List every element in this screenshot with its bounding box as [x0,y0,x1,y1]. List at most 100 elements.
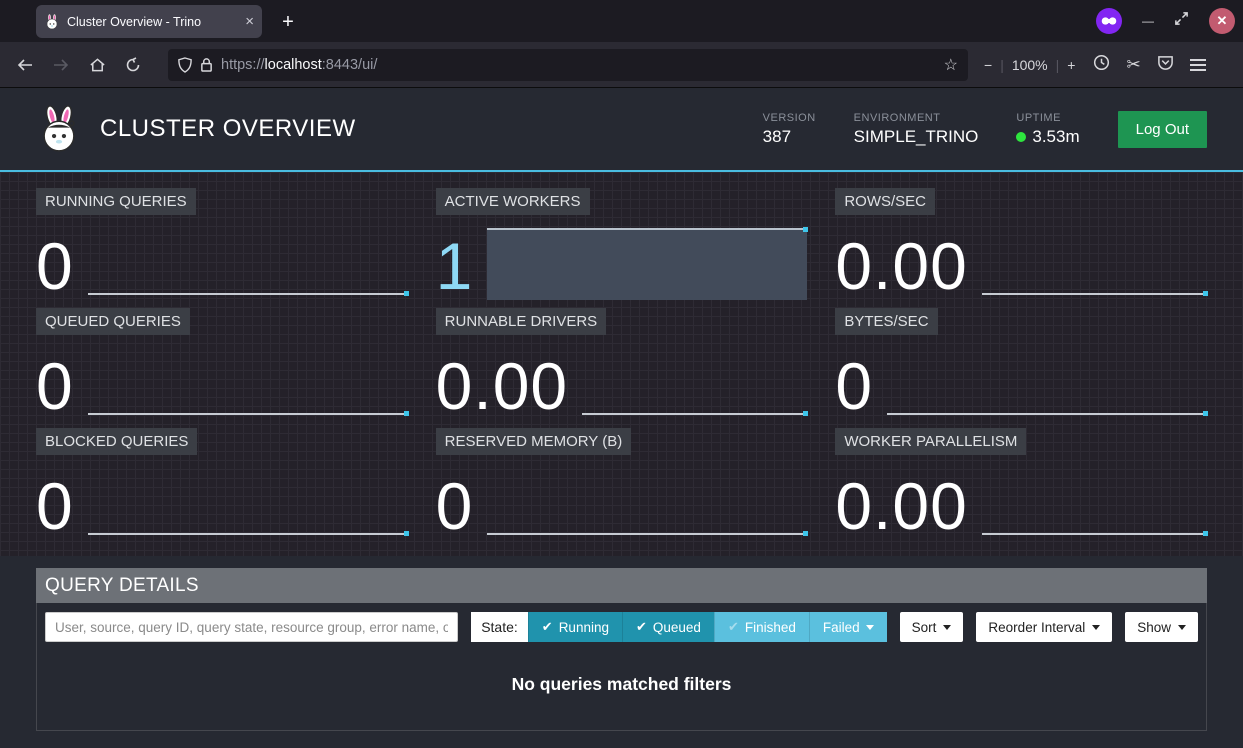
window-minimize-button[interactable]: — [1142,14,1154,28]
tab-close-icon[interactable]: × [245,14,254,29]
stat-label: QUEUED QUERIES [36,308,190,335]
state-button-running[interactable]: ✔ Running [528,612,622,642]
sparkline-chart [88,219,408,297]
state-button-failed-dropdown[interactable]: Failed [809,612,887,642]
stat-tile-running-queries: RUNNING QUERIES 0 [36,188,408,299]
environment-meta: ENVIRONMENT SIMPLE_TRINO [854,112,979,147]
stat-tile-rows-per-sec: ROWS/SEC 0.00 [835,188,1207,299]
stat-value: 0.00 [835,236,967,297]
state-button-queued[interactable]: ✔ Queued [622,612,714,642]
sparkline-dot [1203,291,1208,296]
separator: | [1056,57,1060,73]
url-bar[interactable]: https://localhost:8443/ui/ ☆ [168,49,968,81]
sparkline-chart [88,339,408,417]
window-restore-button[interactable] [1174,11,1189,31]
new-tab-button[interactable]: + [274,8,302,36]
sparkline-dot [803,531,808,536]
chevron-down-icon [1178,625,1186,630]
reorder-interval-dropdown-button[interactable]: Reorder Interval [976,612,1112,642]
stat-tile-active-workers: ACTIVE WORKERS 1 [436,188,808,299]
stat-label: RUNNING QUERIES [36,188,196,215]
window-close-button[interactable]: ✕ [1209,8,1235,34]
uptime-label: UPTIME [1016,112,1079,124]
screenshot-scissors-icon[interactable]: ✂ [1126,55,1140,75]
zoom-level[interactable]: 100% [1012,57,1048,73]
history-clock-icon[interactable] [1093,54,1110,76]
stat-label: RUNNABLE DRIVERS [436,308,607,335]
chevron-down-icon [943,625,951,630]
browser-tab[interactable]: Cluster Overview - Trino × [36,5,262,38]
check-icon: ✔ [542,619,553,635]
sort-dropdown-button[interactable]: Sort [900,612,964,642]
stat-value: 0.00 [835,476,967,537]
back-button[interactable] [10,50,40,80]
trino-cluster-overview-page: CLUSTER OVERVIEW VERSION 387 ENVIRONMENT… [0,88,1243,748]
version-meta: VERSION 387 [763,112,816,147]
sparkline-dot [1203,531,1208,536]
logout-button[interactable]: Log Out [1118,111,1207,148]
stat-value: 0 [436,476,474,537]
stat-value: 0 [835,356,873,417]
stat-value: 0 [36,476,74,537]
page-header: CLUSTER OVERVIEW VERSION 387 ENVIRONMENT… [0,88,1243,172]
query-details-panel: State: ✔ Running ✔ Queued ✔ Finished Fai… [36,603,1207,731]
browser-titlebar: Cluster Overview - Trino × + — ✕ [0,0,1243,42]
uptime-meta: UPTIME 3.53m [1016,112,1079,147]
sparkline-area-chart [487,219,807,297]
private-browsing-mask-icon [1096,8,1122,34]
sparkline-chart [582,339,807,417]
trino-favicon-bunny-icon [44,14,60,30]
bookmark-star-icon[interactable]: ☆ [944,55,958,75]
sparkline-dot [404,291,409,296]
trino-bunny-logo [36,105,82,153]
pocket-icon[interactable] [1157,54,1174,76]
check-icon: ✔ [728,619,739,635]
sparkline-chart [88,459,408,537]
chevron-down-icon [866,625,874,630]
tracking-shield-icon [178,57,192,73]
stat-label: BYTES/SEC [835,308,937,335]
sparkline-dot [1203,411,1208,416]
stat-value: 0 [36,236,74,297]
stat-label: ROWS/SEC [835,188,935,215]
sparkline-chart [982,219,1207,297]
state-button-finished[interactable]: ✔ Finished [714,612,809,642]
uptime-status-dot [1016,132,1026,142]
sparkline-dot [803,227,808,232]
stat-label: ACTIVE WORKERS [436,188,590,215]
show-dropdown-button[interactable]: Show [1125,612,1198,642]
stat-tile-worker-parallelism: WORKER PARALLELISM 0.00 [835,428,1207,539]
page-title: CLUSTER OVERVIEW [100,115,356,143]
environment-value: SIMPLE_TRINO [854,127,979,147]
stat-value: 0.00 [436,356,568,417]
stat-label: BLOCKED QUERIES [36,428,197,455]
chevron-down-icon [1092,625,1100,630]
stat-tile-bytes-per-sec: BYTES/SEC 0 [835,308,1207,419]
stat-value: 0 [36,356,74,417]
connection-lock-icon [200,57,213,72]
stat-label: RESERVED MEMORY (B) [436,428,632,455]
menu-hamburger-icon[interactable] [1190,59,1206,71]
sparkline-dot [404,411,409,416]
version-value: 387 [763,127,816,147]
uptime-value: 3.53m [1032,127,1079,147]
zoom-out-button[interactable]: − [984,57,992,73]
tab-title: Cluster Overview - Trino [67,15,238,29]
home-button[interactable] [82,50,112,80]
browser-toolbar: https://localhost:8443/ui/ ☆ − | 100% | … [0,42,1243,88]
stat-tile-reserved-memory: RESERVED MEMORY (B) 0 [436,428,808,539]
sparkline-dot [404,531,409,536]
query-details-header: QUERY DETAILS [36,568,1207,603]
cluster-stats-grid: RUNNING QUERIES 0 ACTIVE WORKERS 1 ROWS/… [0,172,1243,556]
reload-button[interactable] [118,50,148,80]
stat-tile-queued-queries: QUEUED QUERIES 0 [36,308,408,419]
state-filter-label: State: [471,612,528,642]
zoom-in-button[interactable]: + [1067,57,1075,73]
state-filter-group: State: ✔ Running ✔ Queued ✔ Finished Fai… [471,612,886,642]
forward-button[interactable] [46,50,76,80]
stat-label: WORKER PARALLELISM [835,428,1026,455]
sparkline-chart [487,459,807,537]
url-text: https://localhost:8443/ui/ [221,57,936,73]
query-filter-input[interactable] [45,612,458,642]
no-queries-message: No queries matched filters [37,674,1206,695]
